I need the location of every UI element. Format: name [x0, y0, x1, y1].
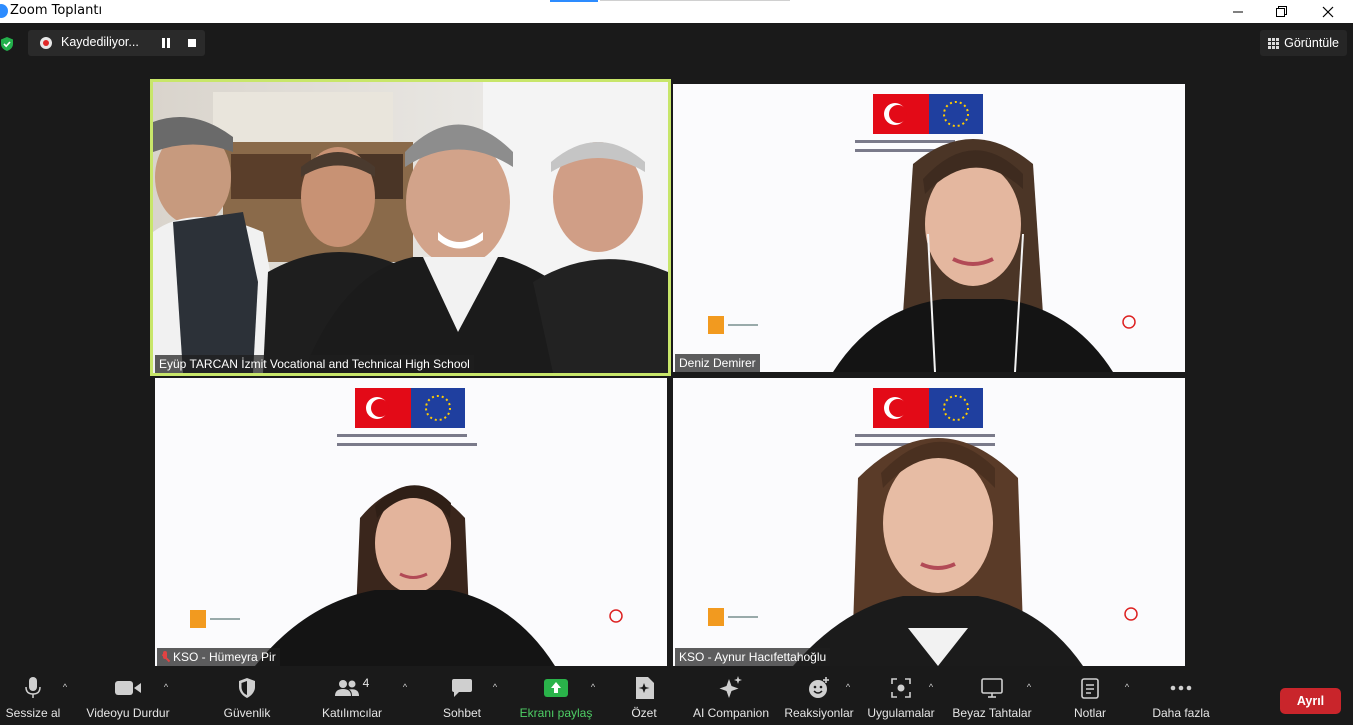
whiteboard-options-caret-icon[interactable]: ^ — [1024, 682, 1034, 692]
drag-indicator[interactable] — [550, 0, 598, 2]
notes-options-caret-icon[interactable]: ^ — [1122, 682, 1132, 692]
security-button[interactable]: Güvenlik — [220, 676, 274, 722]
whiteboards-label: Beyaz Tahtalar — [952, 706, 1032, 720]
restore-button[interactable] — [1259, 0, 1305, 23]
close-button[interactable] — [1305, 0, 1351, 23]
recording-dot-icon — [40, 37, 52, 49]
audio-options-caret-icon[interactable]: ^ — [60, 682, 70, 692]
apps-options-caret-icon[interactable]: ^ — [926, 682, 936, 692]
reactions-options-caret-icon[interactable]: ^ — [843, 682, 853, 692]
microphone-icon — [25, 677, 41, 698]
participant-name-3: KSO - Hümeyra Pir — [157, 648, 280, 666]
drag-indicator-track — [600, 0, 790, 1]
whiteboards-button[interactable]: Beyaz Tahtalar — [950, 676, 1034, 722]
minimize-icon — [1233, 11, 1243, 12]
summary-button[interactable]: Özet — [624, 676, 664, 722]
close-icon — [1322, 6, 1334, 17]
participant-name-1: Eyüp TARCAN İzmit Vocational and Technic… — [155, 355, 474, 373]
ai-companion-button[interactable]: AI Companion — [689, 676, 773, 722]
chat-label: Sohbet — [442, 706, 482, 720]
video-tile-2[interactable]: Deniz Demirer — [673, 84, 1185, 372]
mute-button[interactable]: Sessize al — [6, 676, 60, 722]
chat-button[interactable]: Sohbet — [437, 676, 487, 722]
muted-mic-icon — [161, 651, 169, 663]
participant-name-label: KSO - Aynur Hacıfettahoğlu — [679, 650, 827, 664]
recording-label: Kaydediliyor... — [61, 35, 139, 49]
participant-video-1 — [153, 82, 668, 373]
share-screen-icon — [544, 679, 568, 697]
participant-video-3 — [155, 378, 667, 666]
minimize-button[interactable] — [1215, 0, 1261, 23]
video-tile-3[interactable]: KSO - Hümeyra Pir — [155, 378, 667, 666]
notes-button[interactable]: Notlar — [1068, 676, 1112, 722]
apps-label: Uygulamalar — [867, 706, 935, 720]
security-shield-icon — [239, 678, 255, 698]
stop-recording-icon[interactable] — [188, 39, 196, 47]
whiteboard-icon — [981, 678, 1003, 698]
meeting-topbar: Kaydediliyor... Görüntüle — [0, 23, 1353, 63]
share-screen-button[interactable]: Ekranı paylaş — [518, 676, 594, 722]
chat-bubble-icon — [452, 679, 472, 697]
participants-button[interactable]: 4 Katılımcılar — [318, 676, 386, 722]
video-camera-icon — [115, 681, 141, 695]
participant-name-label: Eyüp TARCAN İzmit Vocational and Technic… — [159, 357, 470, 371]
participants-options-caret-icon[interactable]: ^ — [400, 682, 410, 692]
participants-icon — [334, 680, 359, 696]
notes-icon — [1081, 678, 1099, 699]
recording-indicator: Kaydediliyor... — [28, 30, 205, 56]
stop-video-label: Videoyu Durdur — [86, 706, 170, 720]
video-tile-1[interactable]: Eyüp TARCAN İzmit Vocational and Technic… — [150, 79, 671, 376]
mute-label: Sessize al — [5, 706, 61, 720]
sparkle-icon — [719, 676, 742, 698]
video-tile-4[interactable]: KSO - Aynur Hacıfettahoğlu — [673, 378, 1185, 666]
stop-video-button[interactable]: Videoyu Durdur — [83, 676, 173, 722]
leave-meeting-button[interactable]: Ayrıl — [1280, 688, 1341, 714]
summary-document-icon — [636, 677, 654, 699]
more-dots-icon — [1170, 685, 1192, 691]
security-label: Güvenlik — [223, 706, 271, 720]
participant-name-2: Deniz Demirer — [675, 354, 760, 372]
view-label: Görüntüle — [1284, 36, 1339, 50]
reaction-smiley-icon — [809, 677, 829, 698]
more-button[interactable]: Daha fazla — [1150, 676, 1212, 722]
participant-video-2 — [673, 84, 1185, 372]
ai-companion-label: AI Companion — [692, 706, 770, 720]
meeting-toolbar: Sessize al ^ Videoyu Durdur ^ Güvenlik 4… — [0, 668, 1353, 725]
share-screen-label: Ekranı paylaş — [519, 706, 593, 720]
participant-video-4 — [673, 378, 1185, 666]
reactions-label: Reaksiyonlar — [784, 706, 854, 720]
participant-name-label: KSO - Hümeyra Pir — [173, 650, 276, 664]
grid-view-icon — [1268, 37, 1280, 49]
chat-options-caret-icon[interactable]: ^ — [490, 682, 500, 692]
view-button[interactable]: Görüntüle — [1260, 30, 1347, 56]
notes-label: Notlar — [1073, 706, 1106, 720]
participants-count: 4 — [362, 676, 370, 690]
participant-name-4: KSO - Aynur Hacıfettahoğlu — [675, 648, 831, 666]
apps-icon — [891, 678, 911, 698]
restore-icon — [1276, 5, 1287, 17]
zoom-app-icon — [0, 4, 8, 18]
window-title: Zoom Toplantı — [10, 3, 103, 18]
participant-name-label: Deniz Demirer — [679, 356, 756, 370]
window-titlebar: Zoom Toplantı — [0, 0, 1353, 23]
summary-label: Özet — [631, 706, 657, 720]
share-options-caret-icon[interactable]: ^ — [588, 682, 598, 692]
participants-label: Katılımcılar — [321, 706, 382, 720]
video-options-caret-icon[interactable]: ^ — [161, 682, 171, 692]
more-label: Daha fazla — [1152, 706, 1210, 720]
encryption-shield-icon[interactable] — [0, 37, 14, 51]
pause-recording-icon[interactable] — [161, 38, 171, 48]
